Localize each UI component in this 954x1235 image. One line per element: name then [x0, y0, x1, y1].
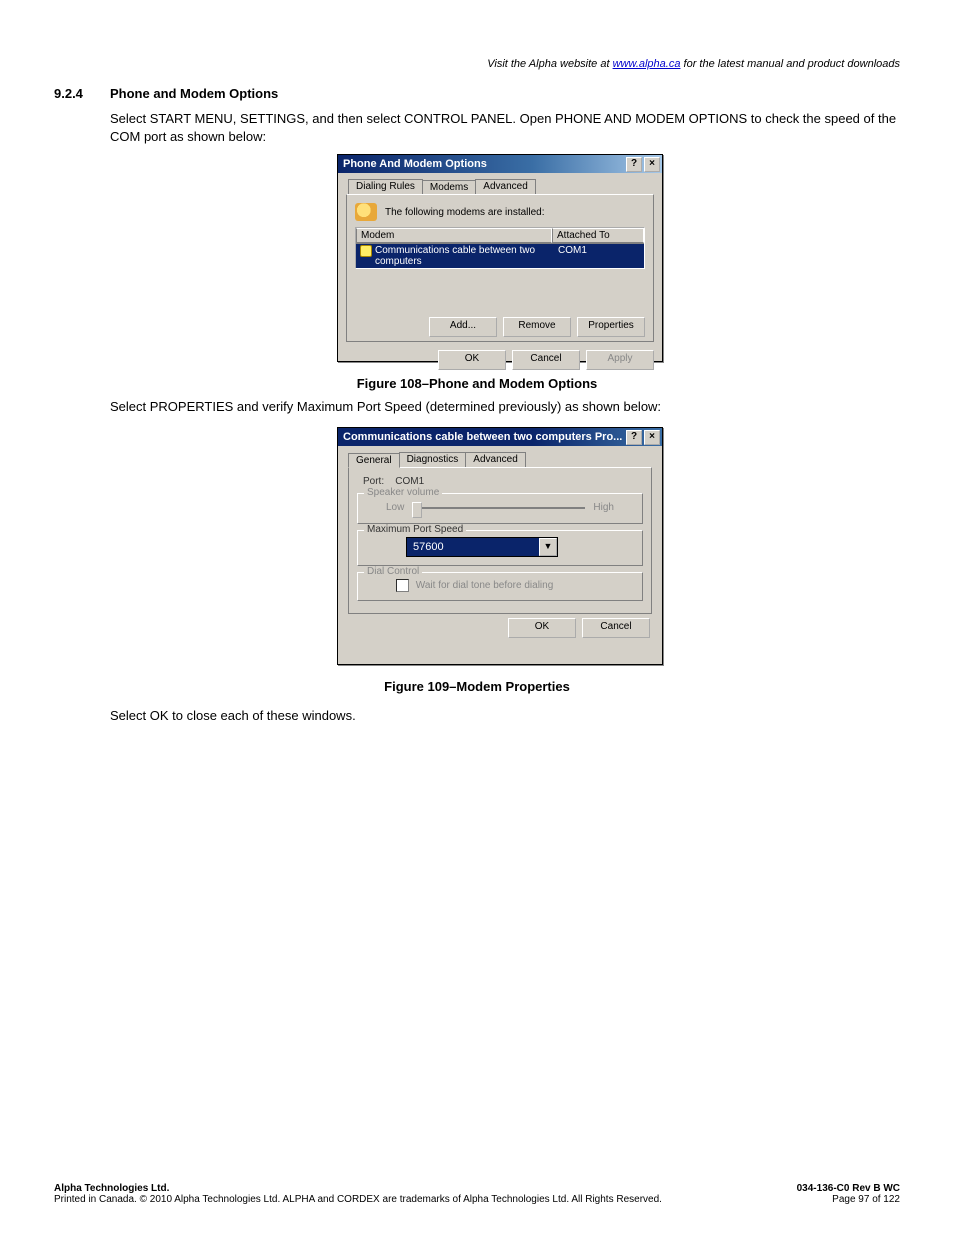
header-prefix: Visit the Alpha website at	[487, 58, 612, 70]
modem-row[interactable]: Communications cable between two compute…	[356, 244, 644, 268]
apply-button[interactable]: Apply	[586, 350, 654, 370]
slider-low-label: Low	[386, 502, 404, 513]
footer-docnum: 034-136-C0 Rev B WC	[797, 1183, 900, 1194]
dialog2-titlebar: Communications cable between two compute…	[338, 428, 662, 446]
cancel-button-2[interactable]: Cancel	[582, 618, 650, 638]
ok-button[interactable]: OK	[438, 350, 506, 370]
tab-dialing-rules[interactable]: Dialing Rules	[348, 179, 423, 194]
footer-company: Alpha Technologies Ltd.	[54, 1183, 169, 1194]
dialog1-titlebar: Phone And Modem Options ? ×	[338, 155, 662, 173]
speaker-volume-legend: Speaker volume	[364, 487, 442, 498]
add-button[interactable]: Add...	[429, 317, 497, 337]
dialog2-title: Communications cable between two compute…	[343, 431, 622, 443]
modem-listbox[interactable]: Modem Attached To Communications cable b…	[355, 227, 645, 269]
chevron-down-icon[interactable]: ▼	[539, 538, 557, 556]
max-port-speed-legend: Maximum Port Speed	[364, 524, 466, 535]
close-icon[interactable]: ×	[644, 157, 660, 172]
modem-icon	[355, 203, 377, 221]
tab-advanced[interactable]: Advanced	[475, 179, 535, 194]
port-label: Port:	[363, 476, 384, 487]
modem-row-port: COM1	[558, 245, 640, 267]
paragraph-3: Select OK to close each of these windows…	[110, 707, 900, 725]
help-icon[interactable]: ?	[626, 157, 642, 172]
footer-page: Page 97 of 122	[832, 1194, 900, 1205]
modem-properties-dialog: Communications cable between two compute…	[337, 427, 663, 665]
slider-high-label: High	[593, 502, 614, 513]
help-icon[interactable]: ?	[626, 430, 642, 445]
port-speed-combobox[interactable]: 57600 ▼	[406, 537, 558, 557]
paragraph-2: Select PROPERTIES and verify Maximum Por…	[110, 398, 900, 416]
header-note: Visit the Alpha website at www.alpha.ca …	[487, 58, 900, 70]
installed-modems-label: The following modems are installed:	[385, 207, 545, 218]
speaker-volume-group: Speaker volume Low High	[357, 493, 643, 524]
section-title: Phone and Modem Options	[110, 86, 278, 101]
phone-modem-options-dialog: Phone And Modem Options ? × Dialing Rule…	[337, 154, 663, 362]
tab-general[interactable]: General	[348, 453, 400, 468]
port-speed-value: 57600	[407, 541, 539, 553]
cancel-button[interactable]: Cancel	[512, 350, 580, 370]
figure-109-caption: Figure 109–Modem Properties	[0, 679, 954, 694]
footer-copyright: Printed in Canada. © 2010 Alpha Technolo…	[54, 1194, 662, 1205]
tab-modems[interactable]: Modems	[422, 180, 476, 195]
section-number: 9.2.4	[54, 86, 83, 101]
slider-thumb[interactable]	[412, 502, 422, 518]
col-attached-to[interactable]: Attached To	[552, 228, 644, 243]
paragraph-1: Select START MENU, SETTINGS, and then se…	[110, 110, 900, 145]
close-icon[interactable]: ×	[644, 430, 660, 445]
dialog1-tabs: Dialing Rules Modems Advanced	[348, 179, 662, 194]
tab-advanced-2[interactable]: Advanced	[465, 452, 525, 467]
modem-row-icon	[360, 245, 372, 257]
col-modem[interactable]: Modem	[356, 228, 552, 243]
volume-slider[interactable]	[412, 507, 585, 509]
dial-control-group: Dial Control Wait for dial tone before d…	[357, 572, 643, 601]
header-link[interactable]: www.alpha.ca	[613, 58, 681, 70]
modem-row-name: Communications cable between two compute…	[375, 245, 558, 267]
remove-button[interactable]: Remove	[503, 317, 571, 337]
figure-108-caption: Figure 108–Phone and Modem Options	[0, 376, 954, 391]
dialog1-title: Phone And Modem Options	[343, 158, 487, 170]
max-port-speed-group: Maximum Port Speed 57600 ▼	[357, 530, 643, 566]
properties-button[interactable]: Properties	[577, 317, 645, 337]
wait-dialtone-checkbox[interactable]	[396, 579, 409, 592]
tab-diagnostics[interactable]: Diagnostics	[399, 452, 467, 467]
header-suffix: for the latest manual and product downlo…	[680, 58, 900, 70]
dial-control-legend: Dial Control	[364, 566, 422, 577]
port-value: COM1	[395, 476, 424, 487]
dialog1-tabpane: The following modems are installed: Mode…	[346, 194, 654, 342]
ok-button-2[interactable]: OK	[508, 618, 576, 638]
wait-dialtone-label: Wait for dial tone before dialing	[416, 580, 554, 591]
page-footer: Alpha Technologies Ltd. 034-136-C0 Rev B…	[54, 1183, 900, 1205]
